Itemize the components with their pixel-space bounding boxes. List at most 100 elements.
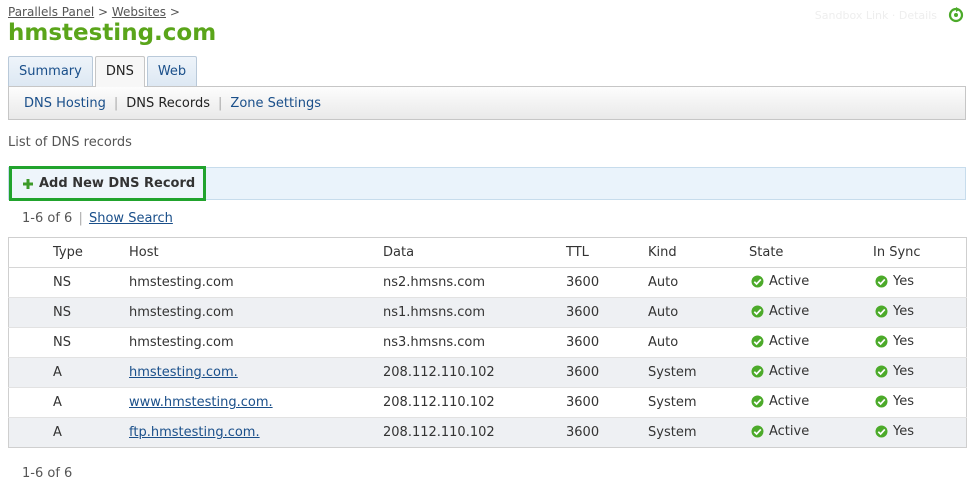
table-row: Aftp.hmstesting.com. 208.112.110.102 3600 S…: [8, 417, 967, 448]
subnav-dns-hosting[interactable]: DNS Hosting: [24, 96, 106, 111]
state-status: Active: [749, 304, 809, 319]
dns-records-table: Type Host Data TTL Kind State In Sync NS…: [8, 237, 967, 448]
breadcrumb-separator: >: [98, 5, 109, 19]
host-link[interactable]: ftp.hmstesting.com.: [129, 425, 260, 440]
header-faded-links[interactable]: Sandbox Link · Details: [815, 9, 937, 22]
column-header-ttl[interactable]: TTL: [566, 237, 648, 268]
sync-status: Yes: [873, 304, 914, 319]
cell-state: Active: [749, 387, 873, 418]
cell-kind: System: [648, 417, 749, 448]
check-circle-icon: [751, 365, 764, 377]
cell-type: NS: [8, 267, 129, 298]
cell-type: NS: [8, 297, 129, 328]
cell-ttl: 3600: [566, 267, 648, 298]
cell-ttl: 3600: [566, 387, 648, 418]
breadcrumb: Parallels Panel > Websites >: [8, 5, 180, 19]
sync-label: Yes: [893, 393, 914, 409]
table-row: Awww.hmstesting.com. 208.112.110.102 3600 S…: [8, 387, 967, 418]
cell-ttl: 3600: [566, 297, 648, 328]
list-caption: List of DNS records: [8, 135, 132, 150]
add-dns-record-label: Add New DNS Record: [39, 176, 196, 191]
show-search-link[interactable]: Show Search: [89, 211, 173, 226]
subnav-dns-records[interactable]: DNS Records: [126, 96, 210, 111]
pager-top: 1-6 of 6 | Show Search: [22, 211, 173, 226]
state-status: Active: [749, 424, 809, 439]
cell-data: 208.112.110.102: [383, 387, 566, 418]
state-label: Active: [769, 393, 810, 409]
sync-status: Yes: [873, 394, 914, 409]
check-circle-icon: [875, 365, 888, 377]
tab-summary[interactable]: Summary: [8, 56, 93, 86]
cell-state: Active: [749, 417, 873, 448]
sync-label: Yes: [893, 273, 914, 289]
check-circle-icon: [875, 395, 888, 407]
table-row: Ahmstesting.com. 208.112.110.102 3600 Syste…: [8, 357, 967, 388]
cell-kind: System: [648, 387, 749, 418]
cell-type: NS: [8, 327, 129, 358]
subnav-divider: |: [218, 95, 223, 111]
sync-status: Yes: [873, 364, 914, 379]
tab-dns[interactable]: DNS: [94, 56, 145, 87]
cell-kind: Auto: [648, 297, 749, 328]
plus-icon: [23, 178, 33, 189]
host-link[interactable]: hmstesting.com.: [129, 365, 238, 380]
column-header-in-sync[interactable]: In Sync: [873, 237, 967, 268]
sync-status: Yes: [873, 274, 914, 289]
breadcrumb-websites[interactable]: Websites: [112, 5, 166, 19]
cell-data: ns3.hmsns.com: [383, 327, 566, 358]
cell-data: ns1.hmsns.com: [383, 297, 566, 328]
column-header-type[interactable]: Type: [8, 237, 129, 268]
subnav-zone-settings[interactable]: Zone Settings: [230, 96, 321, 111]
check-circle-icon: [875, 305, 888, 317]
host-text: hmstesting.com: [129, 275, 234, 290]
cell-host: hmstesting.com.: [129, 357, 383, 388]
column-header-host[interactable]: Host: [129, 237, 383, 268]
cell-data: ns2.hmsns.com: [383, 267, 566, 298]
state-label: Active: [769, 333, 810, 349]
sync-label: Yes: [893, 333, 914, 349]
column-header-kind[interactable]: Kind: [648, 237, 749, 268]
cell-kind: Auto: [648, 327, 749, 358]
tab-bar: Summary DNS Web: [8, 56, 199, 87]
pager-bottom: 1-6 of 6: [22, 466, 73, 481]
cell-state: Active: [749, 357, 873, 388]
sync-label: Yes: [893, 303, 914, 319]
host-link[interactable]: www.hmstesting.com.: [129, 395, 273, 410]
column-header-data[interactable]: Data: [383, 237, 566, 268]
record-count: 1-6 of 6: [22, 211, 73, 226]
state-status: Active: [749, 334, 809, 349]
cell-host: www.hmstesting.com.: [129, 387, 383, 418]
check-circle-icon: [751, 425, 764, 437]
cell-state: Active: [749, 297, 873, 328]
cell-host: ftp.hmstesting.com.: [129, 417, 383, 448]
add-dns-record-button[interactable]: Add New DNS Record: [9, 166, 206, 201]
check-circle-icon: [751, 395, 764, 407]
check-circle-icon: [751, 305, 764, 317]
cell-host: hmstesting.com: [129, 297, 383, 328]
host-text: hmstesting.com: [129, 335, 234, 350]
breadcrumb-separator: >: [169, 5, 180, 19]
column-header-state[interactable]: State: [749, 237, 873, 268]
cell-in-sync: Yes: [873, 357, 967, 388]
refresh-icon[interactable]: [947, 6, 965, 24]
sync-status: Yes: [873, 424, 914, 439]
cell-ttl: 3600: [566, 417, 648, 448]
sync-label: Yes: [893, 423, 914, 439]
check-circle-icon: [875, 335, 888, 347]
sync-status: Yes: [873, 334, 914, 349]
subnav: DNS Hosting | DNS Records | Zone Setting…: [8, 86, 966, 120]
records-toolbar: Add New DNS Record: [8, 166, 966, 201]
cell-data: 208.112.110.102: [383, 417, 566, 448]
cell-type: A: [8, 357, 129, 388]
cell-state: Active: [749, 267, 873, 298]
tab-web[interactable]: Web: [146, 56, 198, 86]
cell-host: hmstesting.com: [129, 327, 383, 358]
breadcrumb-parallels-panel[interactable]: Parallels Panel: [8, 5, 94, 19]
state-label: Active: [769, 273, 810, 289]
sync-label: Yes: [893, 363, 914, 379]
subnav-divider: |: [113, 95, 119, 111]
state-label: Active: [769, 303, 810, 319]
cell-kind: System: [648, 357, 749, 388]
host-text: hmstesting.com: [129, 305, 234, 320]
cell-kind: Auto: [648, 267, 749, 298]
